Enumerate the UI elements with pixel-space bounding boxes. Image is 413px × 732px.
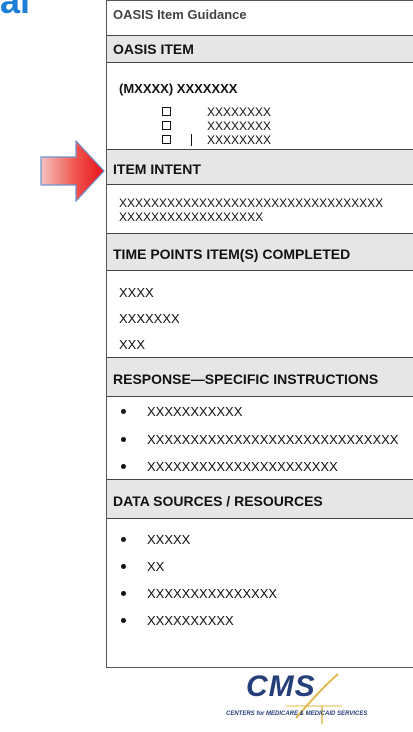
response-checkbox	[162, 121, 171, 130]
bullet-dot	[121, 537, 126, 542]
bullet-dot	[121, 409, 126, 414]
logo-wordmark: CMS	[246, 670, 316, 703]
item-intent-line: XXXXXXXXXXXXXXXXXXXXXXXXXXXXXXXXX	[119, 196, 384, 210]
section-header-item-intent: ITEM INTENT	[107, 149, 413, 185]
section-header-time-points: TIME POINTS ITEM(S) COMPLETED	[107, 233, 413, 271]
bullet-dot	[121, 564, 126, 569]
bullet-dot	[121, 464, 126, 469]
logo-subtitle: CENTERS for MEDICARE & MEDICAID SERVICES	[226, 711, 368, 717]
bullet-dot	[121, 437, 126, 442]
item-intent-line: XXXXXXXXXXXXXXXXXX	[119, 210, 264, 224]
data-source-item: XXXXXXXXXXXXXXX	[147, 586, 278, 601]
oasis-item-code: (MXXXX) XXXXXXX	[119, 81, 238, 96]
response-instruction-item: XXXXXXXXXXX	[147, 404, 243, 419]
data-source-item: XXXXXXXXXX	[147, 613, 234, 628]
slide-heading-fragment: al	[0, 0, 44, 14]
bullet-dot	[121, 618, 126, 623]
section-header-data-sources: DATA SOURCES / RESOURCES	[107, 479, 413, 519]
right-arrow-icon	[40, 140, 105, 202]
bullet-dot	[121, 591, 126, 596]
data-source-item: XXXXX	[147, 532, 191, 547]
response-option: XXXXXXXX	[207, 133, 272, 147]
section-header-response-instructions: RESPONSE—SPECIFIC INSTRUCTIONS	[107, 357, 413, 397]
document-title: OASIS Item Guidance	[113, 7, 247, 22]
time-point-item: XXX	[119, 337, 146, 352]
data-source-item: XX	[147, 559, 165, 574]
cms-logo: CMS CENTERS for MEDICARE & MEDICAID SERV…	[226, 670, 368, 726]
time-point-item: XXXXXXX	[119, 311, 180, 326]
response-option: XXXXXXXX	[207, 105, 272, 119]
response-checkbox	[162, 107, 171, 116]
response-checkbox	[162, 135, 171, 144]
response-instruction-item: XXXXXXXXXXXXXXXXXXXXXXXXXXXXX	[147, 432, 399, 447]
time-point-item: XXXX	[119, 285, 154, 300]
response-instruction-item: XXXXXXXXXXXXXXXXXXXXXX	[147, 459, 338, 474]
section-header-oasis-item: OASIS ITEM	[107, 35, 413, 63]
response-option: XXXXXXXX	[207, 119, 272, 133]
oasis-guidance-document: OASIS Item Guidance OASIS ITEM (MXXXX) X…	[106, 0, 413, 668]
text-cursor	[191, 134, 192, 146]
